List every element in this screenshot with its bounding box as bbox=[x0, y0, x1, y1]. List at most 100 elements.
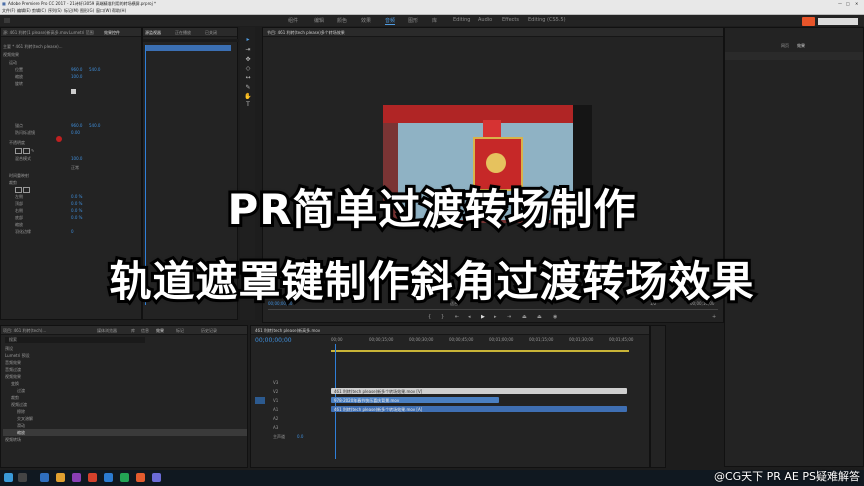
track-label[interactable]: A3 bbox=[273, 425, 278, 430]
menu-edit[interactable]: 编辑(E) bbox=[17, 8, 31, 13]
sogou-icon[interactable] bbox=[802, 17, 815, 26]
menu-marker[interactable]: 标记(M) bbox=[64, 8, 79, 13]
tab-info[interactable]: 信息 bbox=[141, 328, 149, 333]
tree-item[interactable]: 裁剪 bbox=[11, 395, 19, 400]
timeline-tab[interactable]: 461 利转(tech please)新高多.mov bbox=[255, 328, 320, 333]
position-y[interactable]: 540.0 bbox=[89, 67, 100, 72]
edge-icon[interactable] bbox=[40, 473, 49, 482]
tree-item[interactable]: 音频效果 bbox=[5, 360, 21, 365]
pen-tool-icon[interactable]: ✎ bbox=[244, 84, 252, 91]
source-patch-v1[interactable] bbox=[255, 397, 265, 404]
tab-markers[interactable]: 标记 bbox=[176, 328, 184, 333]
home-icon[interactable] bbox=[4, 18, 10, 23]
step-back-icon[interactable]: ◂ bbox=[468, 314, 471, 320]
ime-toolbar[interactable] bbox=[818, 18, 858, 25]
search-icon[interactable] bbox=[18, 473, 27, 482]
extract-icon[interactable]: ⏏ bbox=[537, 314, 542, 320]
monitor-scrub-bar[interactable] bbox=[268, 309, 718, 310]
work-area-bar[interactable] bbox=[331, 350, 629, 352]
ripple-edit-tool-icon[interactable]: ✥ bbox=[244, 56, 252, 63]
wechat-icon[interactable] bbox=[120, 473, 129, 482]
track-label[interactable]: 主声道 bbox=[273, 434, 285, 439]
tree-item[interactable]: 预设 bbox=[5, 346, 13, 351]
clip-v2[interactable]: 978-2020年春节快乐喜庆背景.mov bbox=[331, 397, 499, 403]
antiflicker-value[interactable]: 0.00 bbox=[71, 130, 80, 135]
tab-source[interactable]: 源: 461 利转(1 please)新高多.mov bbox=[3, 30, 69, 35]
mark-in-icon[interactable]: { bbox=[428, 314, 431, 320]
play-icon[interactable]: ▶ bbox=[481, 314, 485, 320]
razor-tool-icon[interactable]: ◇ bbox=[244, 65, 252, 72]
tab-effect-controls[interactable]: 效果控件 bbox=[104, 30, 120, 35]
lift-icon[interactable]: ⏏ bbox=[522, 314, 527, 320]
workspace-color[interactable]: 颜色 bbox=[337, 17, 347, 24]
tree-item[interactable]: 滑动 bbox=[17, 423, 25, 428]
opacity-value[interactable]: 100.0 bbox=[71, 156, 82, 161]
tree-item[interactable]: 过渡 bbox=[17, 388, 25, 393]
tab-closed[interactable]: 已关闭 bbox=[205, 30, 217, 35]
tree-item[interactable]: 音频过渡 bbox=[5, 367, 21, 372]
tree-item[interactable]: 擦除 bbox=[17, 409, 25, 414]
workspace-graphics[interactable]: 图形 bbox=[408, 17, 418, 24]
anchor-x[interactable]: 960.0 bbox=[71, 123, 82, 128]
slip-tool-icon[interactable]: ↔ bbox=[244, 74, 252, 81]
go-to-in-icon[interactable]: ⇤ bbox=[455, 314, 459, 320]
menu-clip[interactable]: 剪辑(C) bbox=[32, 8, 46, 13]
clip-v3[interactable]: 461 利转(tech please)新多个转场效果.mov [V] bbox=[331, 388, 627, 394]
workspace-assembly[interactable]: 组件 bbox=[288, 17, 298, 24]
program-monitor-tab[interactable]: 节目: 461 利转(tech please)多个转场效果 bbox=[267, 30, 345, 35]
scale-value[interactable]: 100.0 bbox=[71, 74, 82, 79]
position-x[interactable]: 960.0 bbox=[71, 67, 82, 72]
app-icon-red[interactable] bbox=[88, 473, 97, 482]
tree-item[interactable]: 视频效果 bbox=[5, 374, 21, 379]
workspace-effects-en[interactable]: Effects bbox=[502, 17, 519, 23]
selected-row[interactable] bbox=[3, 429, 247, 436]
workspace-editing-en[interactable]: Editing bbox=[453, 17, 470, 23]
menu-graphics[interactable]: 图形(G) bbox=[80, 8, 94, 13]
tab-now-playing[interactable]: 正在播放 bbox=[175, 30, 191, 35]
minimize-button[interactable]: — bbox=[838, 1, 842, 6]
tab-webpage[interactable]: 网页 bbox=[781, 43, 789, 48]
tree-item[interactable]: Lumetri 预设 bbox=[5, 353, 30, 358]
workspace-editing[interactable]: 编辑 bbox=[314, 17, 324, 24]
tab-source-monitor[interactable]: 源监视器 bbox=[145, 30, 161, 35]
tab-libraries[interactable]: 库 bbox=[131, 328, 135, 333]
tab-media-browser[interactable]: 媒体浏览器 bbox=[97, 328, 117, 333]
tab-project[interactable]: 项目: 461 利转(tech)... bbox=[3, 328, 46, 333]
tree-item[interactable]: 交叉溶解 bbox=[17, 416, 33, 421]
step-forward-icon[interactable]: ▸ bbox=[494, 314, 497, 320]
menu-window[interactable]: 窗口(W) bbox=[96, 8, 111, 13]
tab-effects[interactable]: 效果 bbox=[156, 328, 164, 333]
app-icon-orange[interactable] bbox=[136, 473, 145, 482]
ellipse-mask-icon[interactable] bbox=[15, 148, 22, 154]
workspace-editing-cs55[interactable]: Editing (CS5.5) bbox=[528, 17, 566, 23]
pen-icon[interactable]: ✎ bbox=[31, 148, 34, 153]
selection-tool-icon[interactable]: ▸ bbox=[244, 36, 252, 43]
tree-item[interactable]: 视频过渡 bbox=[11, 402, 27, 407]
add-button-icon[interactable]: + bbox=[712, 314, 716, 320]
mark-out-icon[interactable]: } bbox=[441, 314, 444, 320]
track-label[interactable]: A2 bbox=[273, 416, 278, 421]
workspace-libraries[interactable]: 库 bbox=[432, 17, 437, 24]
go-to-out-icon[interactable]: ⇥ bbox=[507, 314, 511, 320]
track-select-tool-icon[interactable]: ⇥ bbox=[244, 46, 252, 53]
tab-lumetri-scopes[interactable]: Lumetri 范围 bbox=[69, 30, 94, 35]
export-frame-icon[interactable]: ◉ bbox=[553, 314, 557, 320]
tab-history[interactable]: 历史记录 bbox=[201, 328, 217, 333]
workspace-effects[interactable]: 效果 bbox=[361, 17, 371, 24]
tab-effects-right[interactable]: 效果 bbox=[797, 43, 805, 48]
anchor-y[interactable]: 540.0 bbox=[89, 123, 100, 128]
premiere-icon[interactable] bbox=[72, 473, 81, 482]
tree-item-selected[interactable]: 缩放 bbox=[17, 430, 25, 435]
track-label[interactable]: V1 bbox=[273, 398, 278, 403]
app-icon-purple[interactable] bbox=[152, 473, 161, 482]
rect-mask-icon[interactable] bbox=[23, 148, 30, 154]
folder-icon[interactable] bbox=[56, 473, 65, 482]
timeline-timecode[interactable]: 00;00;00;00 bbox=[255, 338, 292, 344]
track-label[interactable]: V3 bbox=[273, 380, 278, 385]
start-icon[interactable] bbox=[4, 473, 13, 482]
track-label[interactable]: A1 bbox=[273, 407, 278, 412]
maximize-button[interactable]: □ bbox=[846, 1, 850, 6]
menu-sequence[interactable]: 序列(S) bbox=[48, 8, 62, 13]
close-button[interactable]: ✕ bbox=[855, 1, 858, 6]
mini-clip-bar[interactable] bbox=[145, 45, 231, 51]
